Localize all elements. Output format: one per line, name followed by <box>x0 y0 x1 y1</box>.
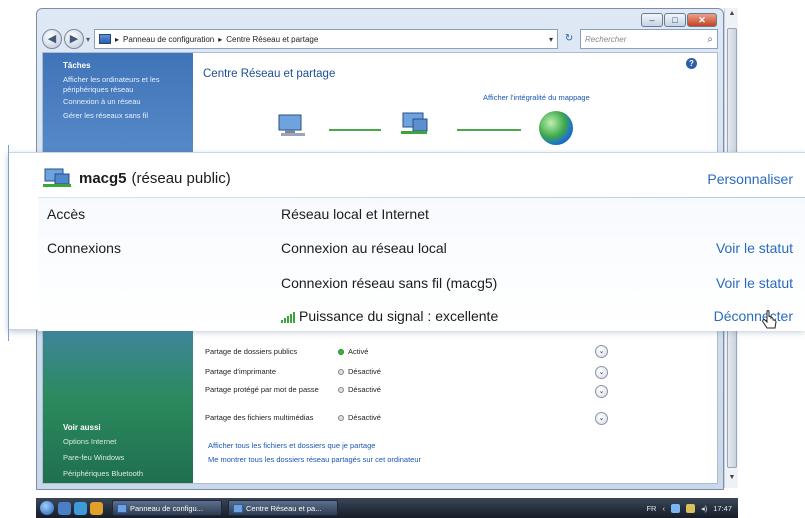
share-status-text: Désactivé <box>348 385 381 394</box>
see-also-bluetooth[interactable]: Périphériques Bluetooth <box>63 469 143 478</box>
share-status-text: Désactivé <box>348 413 381 422</box>
signal-strength-text: Puissance du signal : excellente <box>299 308 499 324</box>
share-status: Désactivé <box>338 385 381 394</box>
volume-icon[interactable]: ◂) <box>701 504 707 513</box>
share-status-text: Activé <box>348 347 369 356</box>
network-tray-icon[interactable] <box>670 503 680 513</box>
control-panel-icon <box>117 503 127 513</box>
share-status: Désactivé <box>338 367 381 376</box>
zoom-callout: macg5 (réseau public) Personnaliser Accè… <box>8 145 805 341</box>
computer-icon <box>278 114 305 136</box>
expand-chevron-icon[interactable]: ⌄ <box>595 412 608 425</box>
help-icon[interactable]: ? <box>686 58 697 69</box>
share-label: Partage d'imprimante <box>205 367 277 376</box>
taskbar: Panneau de configu... Centre Réseau et p… <box>36 498 738 518</box>
forward-button[interactable]: ▶ <box>64 29 84 49</box>
connections-label: Connexions <box>47 240 121 256</box>
share-label: Partage protégé par mot de passe <box>205 385 319 394</box>
status-off-icon <box>338 415 344 422</box>
hand-cursor-icon <box>762 310 777 329</box>
address-row: ◀ ▶ ▾ ▸ Panneau de configuration ▸ Centr… <box>42 28 718 50</box>
show-desktop-icon[interactable] <box>58 501 71 515</box>
expand-chevron-icon[interactable]: ⌄ <box>595 345 608 358</box>
back-button[interactable]: ◀ <box>42 29 62 49</box>
full-map-link[interactable]: Afficher l'intégralité du mappage <box>483 93 590 102</box>
share-status: Activé <box>338 347 368 356</box>
task-view-computers[interactable]: Afficher les ordinateurs et les périphér… <box>63 75 181 95</box>
scroll-up-icon[interactable]: ▲ <box>725 10 739 22</box>
clock[interactable]: 17:47 <box>713 504 732 513</box>
expand-chevron-icon[interactable]: ⌄ <box>595 366 608 379</box>
internet-explorer-icon[interactable] <box>74 501 87 515</box>
start-button[interactable] <box>40 501 54 515</box>
see-also-firewall[interactable]: Pare-feu Windows <box>63 453 124 462</box>
internet-globe-icon <box>539 111 573 145</box>
network-center-icon <box>233 503 243 513</box>
search-input[interactable]: Rechercher ⌕ <box>580 29 718 49</box>
caption-buttons: – □ ✕ <box>641 13 717 27</box>
taskbar-item-label: Panneau de configu... <box>130 503 203 513</box>
expand-chevron-icon[interactable]: ⌄ <box>595 385 608 398</box>
network-router-icon <box>401 112 428 134</box>
minimize-button[interactable]: – <box>641 13 663 27</box>
view-status-lan-link[interactable]: Voir le statut <box>716 240 793 256</box>
taskbar-item-label: Centre Réseau et pa... <box>246 503 322 513</box>
screenshot-root: – □ ✕ ◀ ▶ ▾ ▸ Panneau de configuration ▸… <box>0 0 805 518</box>
customize-link[interactable]: Personnaliser <box>707 171 793 187</box>
address-dropdown-icon[interactable]: ▾ <box>549 35 553 44</box>
see-also-heading: Voir aussi <box>63 423 101 432</box>
maximize-button[interactable]: □ <box>664 13 686 27</box>
link-line <box>329 129 381 131</box>
view-status-wireless-link[interactable]: Voir le statut <box>716 275 793 291</box>
scroll-down-icon[interactable]: ▼ <box>725 474 739 486</box>
signal-strength: Puissance du signal : excellente <box>281 308 498 324</box>
address-bar[interactable]: ▸ Panneau de configuration ▸ Centre Rése… <box>94 29 559 49</box>
share-label: Partage des fichiers multimédias <box>205 413 314 422</box>
network-type: (réseau public) <box>131 169 231 187</box>
see-also-internet-options[interactable]: Options Internet <box>63 437 116 446</box>
disconnect-link[interactable]: Déconnecter <box>714 308 793 324</box>
connection-lan: Connexion au réseau local <box>281 240 447 256</box>
network-name: macg5 <box>79 169 127 187</box>
taskbar-item-network-center[interactable]: Centre Réseau et pa... <box>228 500 338 516</box>
breadcrumb-item-network-center[interactable]: Centre Réseau et partage <box>226 35 318 44</box>
breadcrumb-separator-icon: ▸ <box>115 34 120 44</box>
breadcrumb-item-control-panel[interactable]: Panneau de configuration <box>123 35 214 44</box>
media-player-icon[interactable] <box>90 501 103 515</box>
show-shared-files-link[interactable]: Afficher tous les fichiers et dossiers q… <box>208 441 375 450</box>
access-label: Accès <box>47 206 86 222</box>
connection-wireless: Connexion réseau sans fil (macg5) <box>281 275 498 291</box>
show-shared-folders-link[interactable]: Me montrer tous les dossiers réseau part… <box>208 455 421 464</box>
close-button[interactable]: ✕ <box>687 13 717 27</box>
callout-edge <box>8 145 9 341</box>
taskbar-item-control-panel[interactable]: Panneau de configu... <box>112 500 222 516</box>
tasks-heading: Tâches <box>63 61 91 70</box>
control-panel-icon <box>99 34 112 44</box>
search-icon[interactable]: ⌕ <box>707 34 713 45</box>
history-dropdown-icon[interactable]: ▾ <box>86 35 90 44</box>
share-status: Désactivé <box>338 413 381 422</box>
security-tray-icon[interactable] <box>685 503 695 513</box>
task-connect-network[interactable]: Connexion à un réseau <box>63 97 181 107</box>
language-indicator[interactable]: FR <box>646 504 656 513</box>
network-header: macg5 (réseau public) <box>43 167 231 189</box>
share-label: Partage de dossiers publics <box>205 347 298 356</box>
network-icon <box>43 168 71 187</box>
page-title: Centre Réseau et partage <box>203 68 336 80</box>
status-off-icon <box>338 387 344 394</box>
task-manage-wireless[interactable]: Gérer les réseaux sans fil <box>63 111 181 121</box>
link-line <box>457 129 521 131</box>
refresh-icon[interactable]: ↻ <box>558 29 580 49</box>
share-status-text: Désactivé <box>348 367 381 376</box>
status-on-icon <box>338 349 344 356</box>
network-details: Accès Réseau local et Internet Connexion… <box>38 198 805 331</box>
search-placeholder: Rechercher <box>585 34 627 44</box>
signal-bars-icon <box>281 309 295 323</box>
status-off-icon <box>338 369 344 376</box>
breadcrumb-separator-icon: ▸ <box>218 34 223 44</box>
system-tray: FR ‹ ◂) 17:47 <box>646 503 738 513</box>
access-value: Réseau local et Internet <box>281 206 429 222</box>
tray-expand-icon[interactable]: ‹ <box>662 504 665 513</box>
